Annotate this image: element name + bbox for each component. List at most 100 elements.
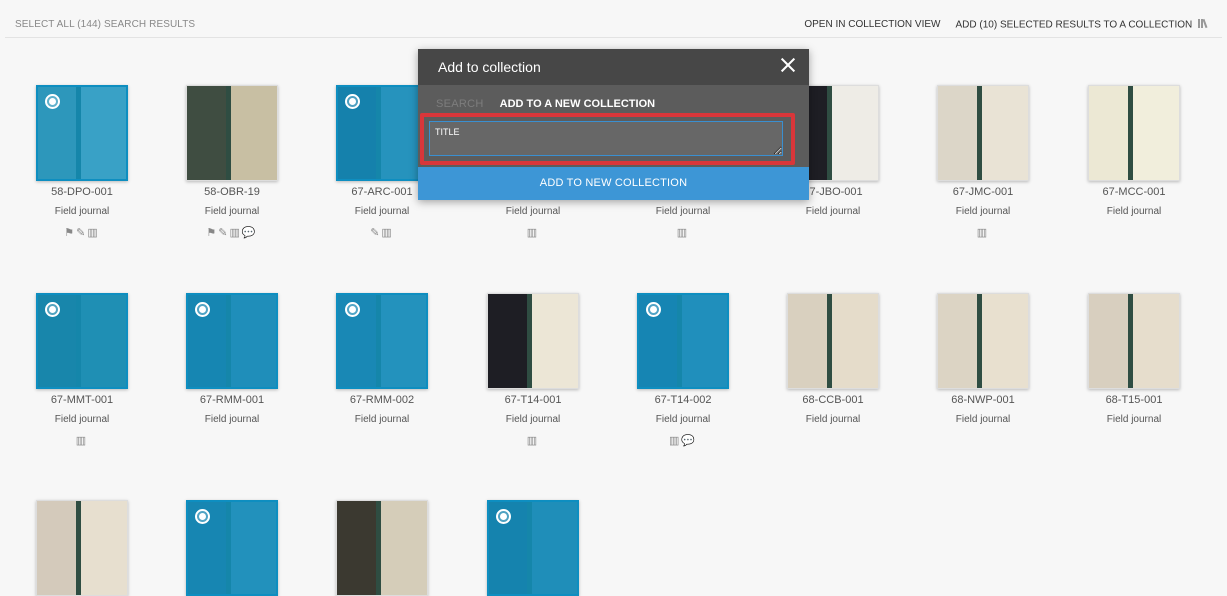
result-item: 67-MMT-001 Field journal ▥ — [7, 293, 157, 448]
tab-search[interactable]: SEARCH — [436, 98, 484, 110]
result-code[interactable]: 67-RMM-001 — [157, 394, 307, 408]
pencil-icon[interactable]: ✎ — [76, 227, 87, 239]
result-code[interactable]: 67-JMC-001 — [908, 186, 1058, 200]
result-item: 68-NWP-001 Field journal — [908, 293, 1058, 448]
result-thumbnail[interactable] — [186, 500, 278, 596]
result-item: 68-T15-001 Field journal — [1059, 293, 1209, 448]
book-spine — [1127, 86, 1134, 180]
page-left — [1089, 86, 1130, 180]
result-thumbnail[interactable] — [937, 293, 1029, 389]
result-code[interactable]: 58-OBR-19 — [157, 186, 307, 200]
result-thumbnail[interactable] — [36, 293, 128, 389]
book-spine — [976, 294, 983, 388]
book-spine — [526, 294, 533, 388]
select-all-link[interactable]: SELECT ALL (144) SEARCH RESULTS — [15, 19, 195, 30]
pencil-icon[interactable]: ✎ — [218, 227, 229, 239]
result-thumbnail[interactable] — [787, 293, 879, 389]
add-selected-to-collection-link[interactable]: ADD (10) SELECTED RESULTS TO A COLLECTIO… — [955, 18, 1208, 31]
result-type: Field journal — [805, 206, 861, 217]
result-code[interactable]: 58-DPO-001 — [7, 186, 157, 200]
result-thumbnail[interactable] — [937, 85, 1029, 181]
page-left — [938, 294, 979, 388]
result-code[interactable]: 67-RMM-002 — [307, 394, 457, 408]
page-right — [978, 86, 1028, 180]
book-spine — [826, 294, 833, 388]
result-code[interactable]: 67-MCC-001 — [1059, 186, 1209, 200]
result-code[interactable]: 68-NWP-001 — [908, 394, 1058, 408]
result-thumbnail[interactable] — [36, 85, 128, 181]
result-type: Field journal — [204, 414, 260, 425]
shelf-icon[interactable]: ▥ — [527, 227, 539, 239]
page-right — [828, 86, 878, 180]
result-type: Field journal — [354, 206, 410, 217]
shelf-icon[interactable]: ▥ — [527, 435, 539, 447]
result-thumbnail[interactable] — [336, 293, 428, 389]
result-action-icons: ▥ — [458, 226, 608, 240]
collection-title-input[interactable] — [429, 121, 783, 156]
result-action-icons: ✎▥ — [307, 226, 457, 240]
selected-radio-icon[interactable] — [496, 509, 511, 524]
result-item: 67-T14-002 Field journal ▥💬 — [608, 293, 758, 448]
page-left — [337, 501, 378, 595]
result-action-icons: ▥💬 — [608, 434, 758, 448]
result-thumbnail[interactable] — [336, 85, 428, 181]
flag-icon[interactable]: ⚑ — [64, 227, 76, 239]
selected-radio-icon[interactable] — [345, 94, 360, 109]
page-right — [77, 501, 127, 595]
dialog-title: Add to collection — [438, 59, 541, 75]
result-thumbnail[interactable] — [336, 500, 428, 596]
shelf-icon[interactable]: ▥ — [669, 435, 681, 447]
result-action-icons: ▥ — [608, 226, 758, 240]
comment-icon[interactable]: 💬 — [681, 435, 697, 447]
result-action-icons: ▥ — [908, 226, 1058, 240]
result-thumbnail[interactable] — [637, 293, 729, 389]
page-left — [488, 294, 529, 388]
page-right — [1129, 294, 1179, 388]
selected-radio-icon[interactable] — [45, 94, 60, 109]
result-action-icons — [1059, 434, 1209, 448]
result-thumbnail[interactable] — [36, 500, 128, 596]
result-thumbnail[interactable] — [1088, 85, 1180, 181]
shelf-icon[interactable]: ▥ — [977, 227, 989, 239]
result-code[interactable]: 67-T14-002 — [608, 394, 758, 408]
book-spine — [225, 86, 232, 180]
results-toolbar: SELECT ALL (144) SEARCH RESULTS OPEN IN … — [0, 0, 1227, 38]
shelf-icon[interactable]: ▥ — [76, 435, 88, 447]
close-icon[interactable] — [777, 54, 799, 76]
result-action-icons — [908, 434, 1058, 448]
result-thumbnail[interactable] — [1088, 293, 1180, 389]
shelf-icon[interactable]: ▥ — [677, 227, 689, 239]
comment-icon[interactable]: 💬 — [242, 227, 258, 239]
result-code[interactable]: 67-MMT-001 — [7, 394, 157, 408]
result-thumbnail[interactable] — [186, 293, 278, 389]
selected-radio-icon[interactable] — [345, 302, 360, 317]
result-code[interactable]: 68-T15-001 — [1059, 394, 1209, 408]
shelf-icon[interactable]: ▥ — [229, 227, 241, 239]
open-collection-view-link[interactable]: OPEN IN COLLECTION VIEW — [804, 19, 940, 31]
page-right — [978, 294, 1028, 388]
selected-radio-icon[interactable] — [195, 302, 210, 317]
result-item: 67-JMC-001 Field journal ▥ — [908, 85, 1058, 240]
result-type: Field journal — [955, 414, 1011, 425]
pencil-icon[interactable]: ✎ — [370, 227, 381, 239]
result-code[interactable]: 67-T14-001 — [458, 394, 608, 408]
result-thumbnail[interactable] — [487, 500, 579, 596]
add-to-new-collection-button[interactable]: ADD TO NEW COLLECTION — [418, 167, 809, 200]
result-item: 67-MCC-001 Field journal — [1059, 85, 1209, 240]
flag-icon[interactable]: ⚑ — [206, 227, 218, 239]
result-thumbnail[interactable] — [487, 293, 579, 389]
result-thumbnail[interactable] — [186, 85, 278, 181]
result-item: 68-CCB-001 Field journal — [758, 293, 908, 448]
selected-radio-icon[interactable] — [646, 302, 661, 317]
result-item: 67-T14-001 Field journal ▥ — [458, 293, 608, 448]
shelf-icon[interactable]: ▥ — [87, 227, 99, 239]
selected-radio-icon[interactable] — [195, 509, 210, 524]
result-code[interactable]: 68-CCB-001 — [758, 394, 908, 408]
page-right — [528, 294, 578, 388]
page-right — [227, 86, 277, 180]
shelf-icon[interactable]: ▥ — [381, 227, 393, 239]
result-item — [157, 500, 307, 596]
tab-add-new-collection[interactable]: ADD TO A NEW COLLECTION — [500, 98, 655, 110]
page-left — [788, 294, 829, 388]
selected-radio-icon[interactable] — [45, 302, 60, 317]
